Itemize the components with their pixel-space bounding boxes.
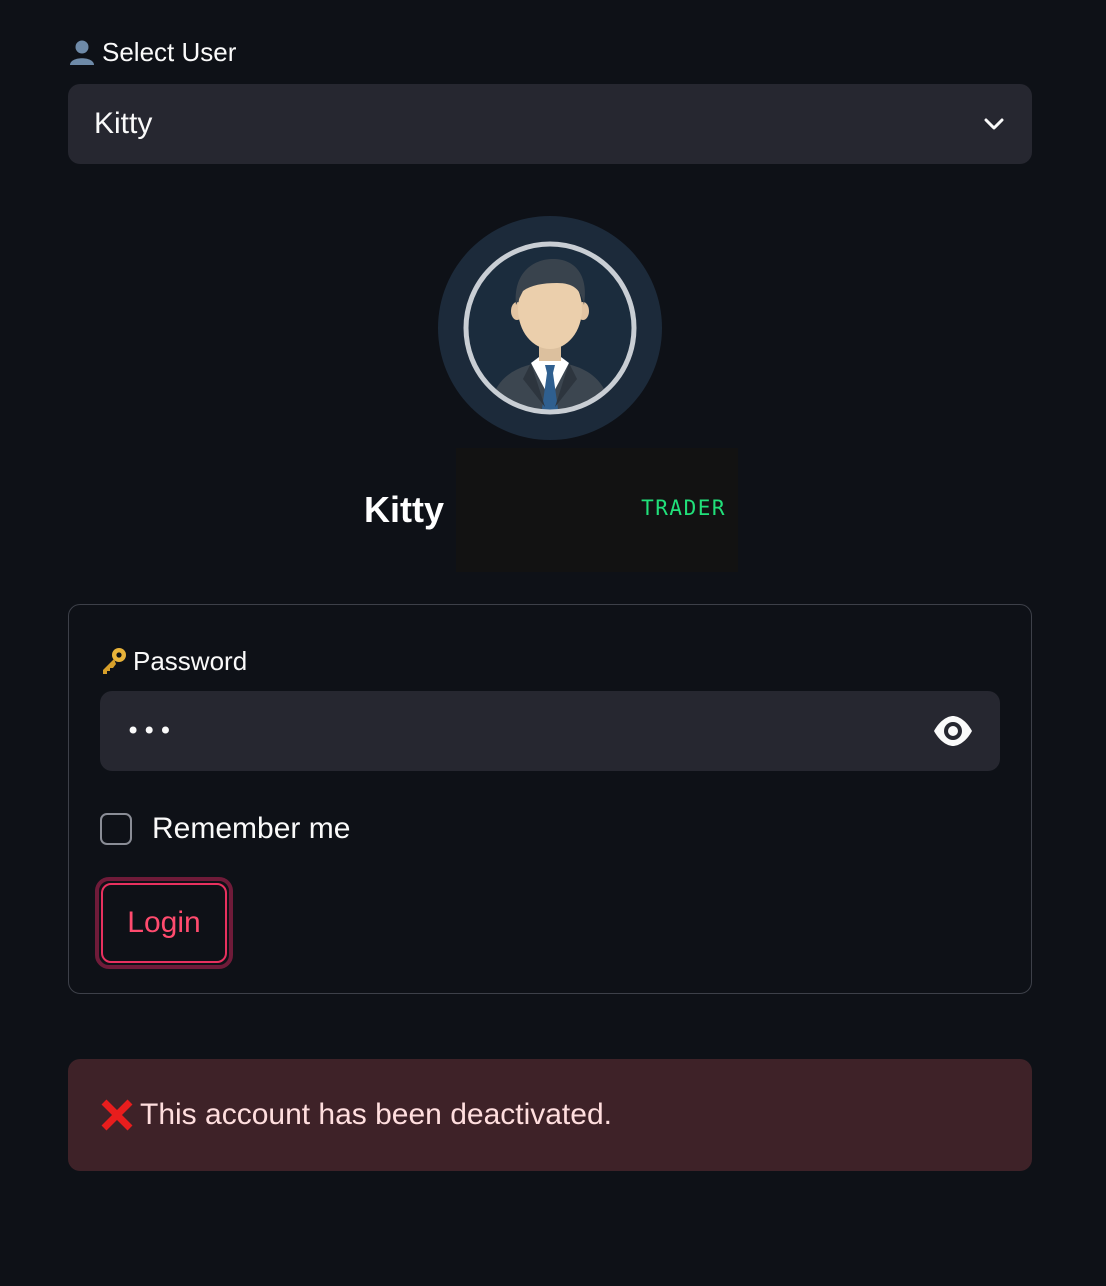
error-alert: This account has been deactivated. — [68, 1059, 1032, 1171]
password-label: Password — [99, 643, 247, 679]
red-x-icon — [101, 1099, 133, 1131]
login-button-label: Login — [101, 883, 227, 963]
password-label-text: Password — [133, 645, 248, 676]
select-user-text: Select User — [102, 36, 237, 67]
avatar — [438, 216, 662, 440]
password-field[interactable] — [100, 691, 1000, 771]
key-icon — [103, 648, 126, 674]
user-silhouette-icon — [70, 40, 94, 65]
eye-icon[interactable] — [932, 710, 974, 752]
businessman-avatar-icon — [463, 241, 637, 415]
login-button[interactable]: Login — [95, 877, 233, 969]
user-name: Kitty — [364, 489, 444, 530]
password-input[interactable] — [126, 717, 932, 745]
remember-me-label: Remember me — [152, 812, 351, 845]
error-message: This account has been deactivated. — [140, 1098, 612, 1131]
role-badge: TRADER — [641, 496, 726, 520]
select-user-label: Select User — [68, 34, 236, 70]
selected-user-value: Kitty — [94, 107, 153, 140]
checkbox-box[interactable] — [100, 813, 132, 845]
role-panel: TRADER — [456, 448, 738, 572]
login-page: Select User Kitty Kitty TRADER Password … — [0, 0, 1106, 1286]
chevron-down-icon — [984, 118, 1004, 130]
remember-me-checkbox[interactable]: Remember me — [100, 811, 350, 847]
login-form: Password Remember me Login — [68, 604, 1032, 994]
user-select-dropdown[interactable]: Kitty — [68, 84, 1032, 164]
